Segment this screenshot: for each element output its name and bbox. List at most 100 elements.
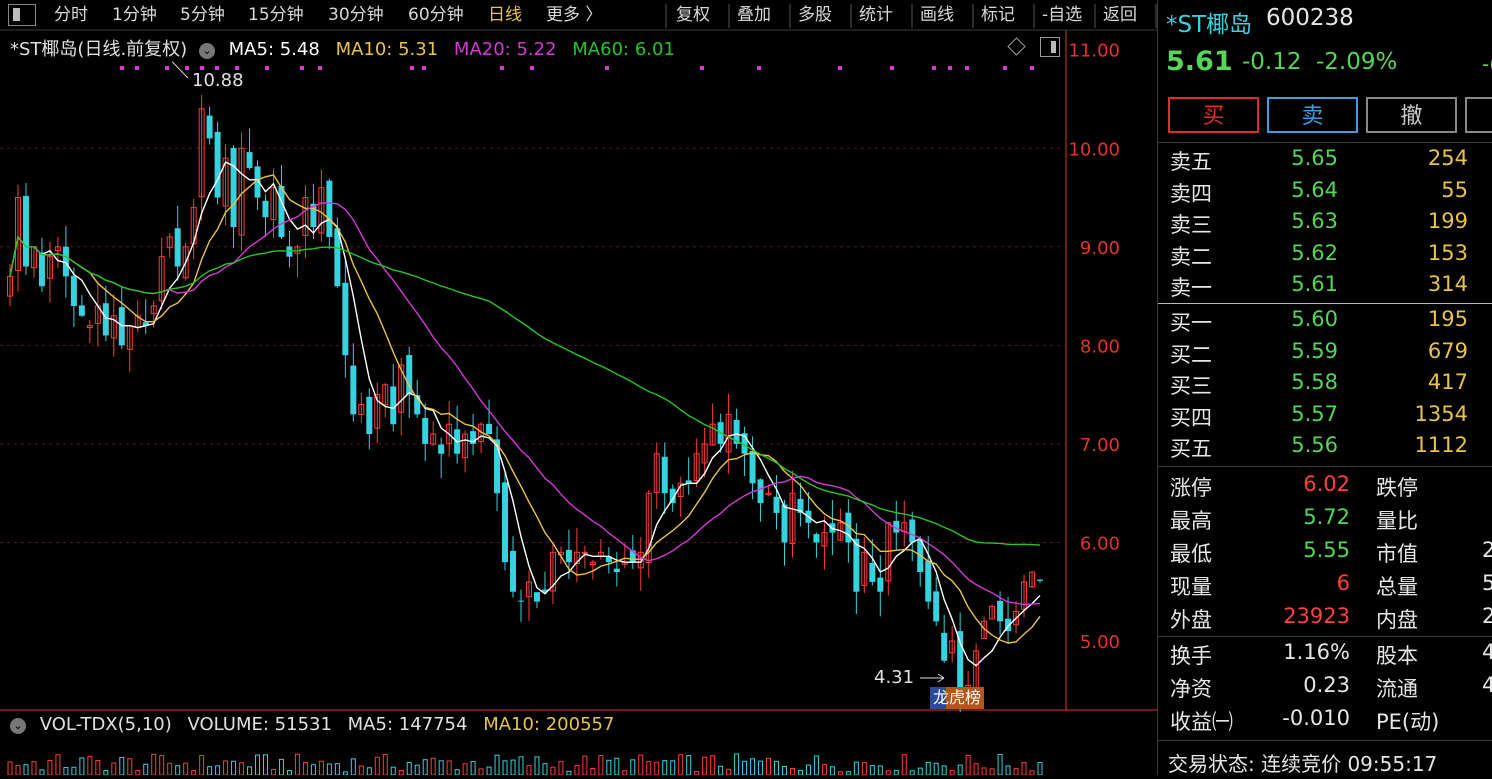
volume-bar-95	[766, 757, 772, 776]
volume-bar-119	[957, 764, 963, 776]
panel-toggle-icon[interactable]	[1040, 37, 1060, 57]
bids-label-4: 买五	[1170, 437, 1212, 461]
layout-toggle-icon[interactable]	[8, 4, 36, 26]
bids-price-1[interactable]: 5.59	[1258, 339, 1338, 363]
kline-chart-area[interactable]: 11.00 10.00 9.00 8.00 7.00 6.00 5.00 分时 1分钟 5分钟 1…	[0, 0, 1157, 776]
volume-bar-11	[95, 759, 101, 776]
stat-value-3: 6	[1336, 571, 1350, 595]
volume-bar-29	[239, 762, 245, 776]
asks-price-3[interactable]: 5.62	[1258, 241, 1338, 265]
tool-button-2[interactable]: 多股	[798, 0, 832, 30]
price-tick-1: 10.00	[1068, 139, 1120, 160]
sell-button[interactable]: 卖	[1267, 97, 1358, 133]
event-dot-8	[300, 66, 304, 70]
volume-bar-21	[175, 765, 181, 776]
volume-bar-22	[183, 762, 189, 776]
candle-body-96	[773, 496, 780, 513]
candle-body-4	[38, 252, 45, 287]
asks-price-0[interactable]: 5.65	[1258, 146, 1338, 170]
candle-body-108	[869, 562, 876, 582]
asks-label-2: 卖三	[1170, 213, 1212, 237]
ma-lines	[9, 161, 1041, 667]
volume-bar-30	[247, 766, 253, 776]
period-tab-6[interactable]: 日线	[488, 0, 522, 30]
divider	[1158, 142, 1492, 143]
volume-bar-103	[829, 766, 835, 776]
asks-volume-4: 314	[1427, 272, 1468, 296]
period-tab-2[interactable]: 5分钟	[180, 0, 225, 30]
volume-bar-100	[805, 764, 811, 776]
period-tab-0[interactable]: 分时	[54, 0, 88, 30]
legend-ma20: MA20: 5.22	[453, 39, 557, 60]
volume-bar-76	[614, 757, 620, 776]
event-dot-17	[838, 66, 842, 70]
legend-ma60: MA60: 6.01	[572, 39, 675, 60]
bids-price-2[interactable]: 5.58	[1258, 370, 1338, 394]
tool-button-3[interactable]: 统计	[859, 0, 893, 30]
tool-button-5[interactable]: 标记	[981, 0, 1015, 30]
event-dot-15	[700, 66, 704, 70]
volume-bar-124	[997, 753, 1003, 776]
volume-bar-28	[231, 760, 237, 776]
volume-bar-75	[606, 759, 612, 776]
event-dot-10	[410, 66, 414, 70]
low-price-label: 4.31	[874, 667, 915, 688]
stat2-label2-2: PE(动)	[1376, 710, 1440, 734]
period-tab-4[interactable]: 30分钟	[328, 0, 384, 30]
volume-bar-31	[255, 754, 261, 776]
volume-bar-128	[1029, 770, 1035, 776]
asks-price-1[interactable]: 5.64	[1258, 178, 1338, 202]
volume-bar-74	[598, 755, 604, 776]
volume-bar-121	[973, 763, 979, 776]
volume-bar-34	[278, 758, 284, 776]
volume-bar-56	[454, 769, 460, 776]
stock-chart-name[interactable]: *ST椰岛(日线.前复权)	[10, 39, 187, 60]
volume-bar-70	[566, 770, 572, 776]
period-tab-3[interactable]: 15分钟	[248, 0, 304, 30]
volume-bar-27	[223, 760, 229, 776]
tool-button-4[interactable]: 画线	[920, 0, 954, 30]
candle-body-129	[1037, 579, 1043, 581]
volume-bar-98	[789, 768, 795, 776]
volume-bar-50	[406, 761, 412, 776]
stat-value-1: 5.72	[1303, 505, 1350, 529]
volume-bar-20	[167, 762, 173, 776]
tool-button-6[interactable]: -自选	[1042, 0, 1082, 30]
cancel-button[interactable]: 撤	[1366, 97, 1457, 133]
period-tab-7[interactable]: 更多 〉	[546, 0, 602, 30]
volume-bar-53	[430, 757, 436, 776]
bids-price-3[interactable]: 5.57	[1258, 402, 1338, 426]
last-price: 5.61	[1166, 46, 1233, 77]
volume-bar-73	[590, 768, 596, 776]
volume-bar-2	[23, 764, 29, 776]
volume-bar-96	[774, 760, 780, 776]
volume-indicator-name[interactable]: VOL-TDX(5,10)	[40, 714, 172, 735]
candle-body-113	[909, 519, 916, 543]
tool-button-7[interactable]: 返回	[1103, 0, 1137, 30]
buy-button[interactable]: 买	[1168, 97, 1259, 133]
event-markers	[120, 66, 1034, 70]
asks-price-2[interactable]: 5.63	[1258, 209, 1338, 233]
legend-dropdown-icon[interactable]: ⌄	[198, 43, 215, 59]
volume-bar-16	[135, 769, 141, 776]
clipped-value: -(	[1482, 52, 1492, 76]
volume-bar-13	[111, 762, 117, 776]
bids-price-4[interactable]: 5.56	[1258, 433, 1338, 457]
volume-dropdown-icon[interactable]: ⌄	[10, 718, 26, 734]
legend-ma10: MA10: 5.31	[335, 39, 439, 60]
period-tab-1[interactable]: 1分钟	[112, 0, 157, 30]
event-dot-3	[185, 66, 189, 70]
candle-body-40	[326, 180, 333, 237]
bids-price-0[interactable]: 5.60	[1258, 307, 1338, 331]
tool-button-0[interactable]: 复权	[676, 0, 710, 30]
volume-value: VOLUME: 51531	[187, 714, 332, 735]
stock-name[interactable]: *ST椰岛	[1166, 5, 1252, 39]
more-button[interactable]	[1465, 97, 1492, 133]
bids-label-3: 买四	[1170, 405, 1212, 430]
asks-volume-2: 199	[1427, 209, 1468, 233]
period-tab-5[interactable]: 60分钟	[408, 0, 464, 30]
kline-chart[interactable]: 11.00 10.00 9.00 8.00 7.00 6.00 5.00	[0, 0, 1157, 776]
longhu-badge[interactable]: 龙虎榜	[930, 687, 985, 709]
tool-button-1[interactable]: 叠加	[737, 0, 771, 30]
asks-price-4[interactable]: 5.61	[1258, 272, 1338, 296]
